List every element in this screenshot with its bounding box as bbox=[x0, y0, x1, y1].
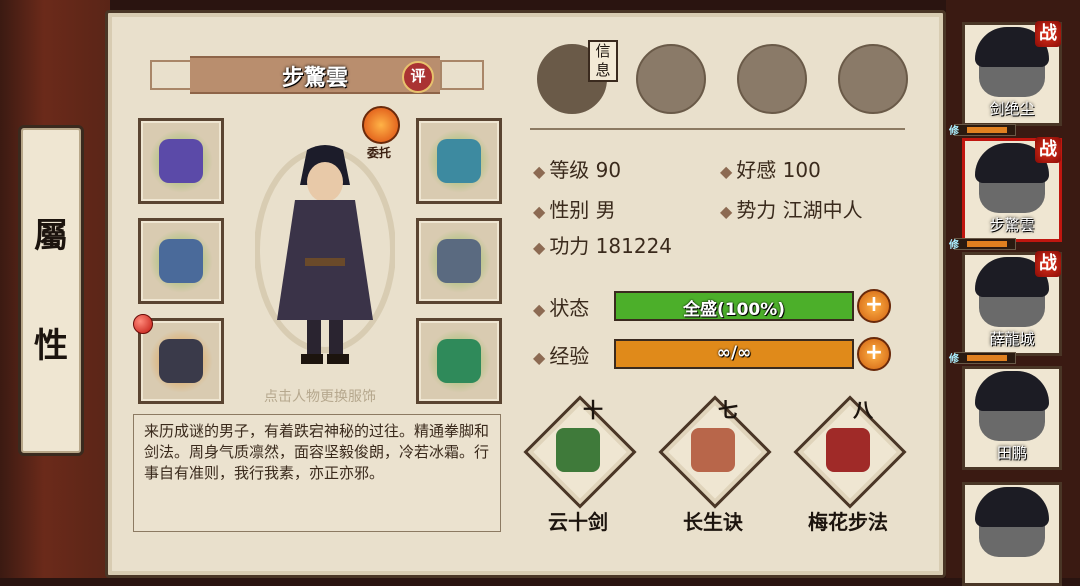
attributes-side-tab[interactable]: 屬 性 bbox=[18, 125, 84, 456]
status-label: 状态 bbox=[549, 296, 590, 320]
status-bar: 全盛(100%) bbox=[614, 291, 854, 321]
stats-divider bbox=[530, 128, 905, 130]
stat-level: ◆ 等级 90 bbox=[533, 158, 622, 182]
roster-card[interactable]: 薛龍城 战 bbox=[962, 251, 1062, 356]
side-tab-char-2: 性 bbox=[34, 326, 68, 366]
notification-dot bbox=[133, 314, 153, 334]
skill-name: 长生诀 bbox=[683, 510, 743, 534]
roster-name: 薛龍城 bbox=[989, 330, 1035, 348]
gender-value: 男 bbox=[595, 198, 616, 222]
equip-slot-helmet[interactable] bbox=[416, 118, 502, 204]
character-bio: 来历成谜的男子，有着跌宕神秘的过往。精通拳脚和剑法。周身气质凛然，面容坚毅俊朗，… bbox=[133, 414, 501, 532]
stat-faction: ◆ 势力 江湖中人 bbox=[720, 198, 863, 222]
exp-text: ∞/∞ bbox=[716, 343, 752, 363]
skill-yunshijian[interactable]: 十云十剑 bbox=[523, 395, 637, 538]
status-row: ◆ 状态 bbox=[533, 296, 590, 320]
jade-pendant-icon bbox=[437, 339, 481, 383]
power-label: 功力 bbox=[549, 234, 590, 258]
skill-name: 云十剑 bbox=[548, 510, 608, 534]
skill-level: 八 bbox=[853, 398, 873, 422]
skill-meihuabufa[interactable]: 八梅花步法 bbox=[793, 395, 907, 538]
roster-card[interactable]: 田鹏 bbox=[962, 366, 1062, 470]
stat-power: ◆ 功力 181224 bbox=[533, 234, 673, 258]
equip-slot-armor[interactable] bbox=[416, 218, 502, 304]
scroll-map-tab[interactable] bbox=[636, 44, 706, 114]
faction-value: 江湖中人 bbox=[782, 198, 863, 222]
portrait-hair bbox=[975, 487, 1049, 527]
exp-label: 经验 bbox=[549, 344, 590, 368]
character-roster: 剑绝尘战 修 步驚雲战 修 薛龍城战 修 田鹏 bbox=[946, 0, 1080, 586]
exp-plus-button[interactable]: + bbox=[857, 337, 891, 371]
portrait-hair bbox=[975, 371, 1049, 411]
level-label: 等级 bbox=[549, 158, 590, 182]
helmet-icon bbox=[437, 139, 481, 183]
battle-badge: 战 bbox=[1035, 137, 1061, 163]
favor-label: 好感 bbox=[736, 158, 777, 182]
cultivation-fill bbox=[967, 355, 1007, 361]
equip-slot-ring[interactable] bbox=[138, 318, 224, 404]
cultivation-tag: 修 bbox=[949, 126, 959, 137]
book-icon bbox=[826, 428, 870, 472]
meridian-tab[interactable] bbox=[838, 44, 908, 114]
banner-cap-left bbox=[150, 60, 194, 90]
cultivation-bar: 修 bbox=[949, 124, 1016, 137]
stat-favor: ◆ 好感 100 bbox=[720, 158, 821, 182]
skill-changshengjue[interactable]: 七长生诀 bbox=[658, 395, 772, 538]
character-avatar[interactable] bbox=[255, 140, 395, 375]
evaluate-button[interactable]: 评 bbox=[402, 61, 434, 93]
bagua-tab[interactable] bbox=[737, 44, 807, 114]
cultivation-bar: 修 bbox=[949, 352, 1016, 365]
power-value: 181224 bbox=[595, 234, 673, 258]
equip-slot-weapon[interactable] bbox=[138, 218, 224, 304]
change-outfit-hint: 点击人物更换服饰 bbox=[264, 389, 376, 405]
battle-badge: 战 bbox=[1035, 21, 1061, 47]
exp-bar: ∞/∞ bbox=[614, 339, 854, 369]
side-tab-char-1: 屬 bbox=[34, 216, 68, 256]
delegate-button[interactable]: 委托 bbox=[357, 106, 401, 162]
cultivation-fill bbox=[967, 241, 1007, 247]
faction-label: 势力 bbox=[736, 198, 777, 222]
ring-icon bbox=[159, 339, 203, 383]
banner-cap-right bbox=[440, 60, 484, 90]
sword-icon bbox=[159, 239, 203, 283]
roster-card[interactable]: 步驚雲 战 bbox=[962, 137, 1062, 242]
roster-card[interactable] bbox=[962, 482, 1062, 586]
roster-card[interactable]: 剑绝尘 战 bbox=[962, 21, 1062, 126]
cultivation-tag: 修 bbox=[949, 240, 959, 251]
favor-value: 100 bbox=[782, 158, 821, 182]
level-value: 90 bbox=[595, 158, 622, 182]
stat-gender: ◆ 性别 男 bbox=[533, 198, 616, 222]
refresh-icon bbox=[362, 106, 400, 144]
delegate-label: 委托 bbox=[366, 146, 391, 160]
skill-level: 十 bbox=[583, 398, 603, 422]
roster-name: 剑绝尘 bbox=[989, 100, 1035, 118]
gender-label: 性别 bbox=[549, 198, 590, 222]
status-plus-button[interactable]: + bbox=[857, 289, 891, 323]
equip-slot-boots[interactable] bbox=[138, 118, 224, 204]
scroll-icon bbox=[556, 428, 600, 472]
battle-badge: 战 bbox=[1035, 251, 1061, 277]
roster-name: 步驚雲 bbox=[989, 216, 1035, 234]
equip-slot-accessory[interactable] bbox=[416, 318, 502, 404]
cultivation-tag: 修 bbox=[949, 354, 959, 365]
exp-row: ◆ 经验 bbox=[533, 344, 590, 368]
roster-name: 田鹏 bbox=[996, 444, 1027, 462]
boots-icon bbox=[159, 139, 203, 183]
skill-name: 梅花步法 bbox=[808, 510, 888, 534]
skill-level: 七 bbox=[718, 398, 738, 422]
info-tab-label: 信息 bbox=[588, 40, 618, 82]
scroll-icon bbox=[691, 428, 735, 472]
cultivation-fill bbox=[967, 127, 1007, 133]
armor-icon bbox=[437, 239, 481, 283]
cultivation-bar: 修 bbox=[949, 238, 1016, 251]
bio-text: 来历成谜的男子，有着跌宕神秘的过往。精通拳脚和剑法。周身气质凛然，面容坚毅俊朗，… bbox=[144, 422, 490, 482]
status-text: 全盛(100%) bbox=[682, 300, 786, 320]
